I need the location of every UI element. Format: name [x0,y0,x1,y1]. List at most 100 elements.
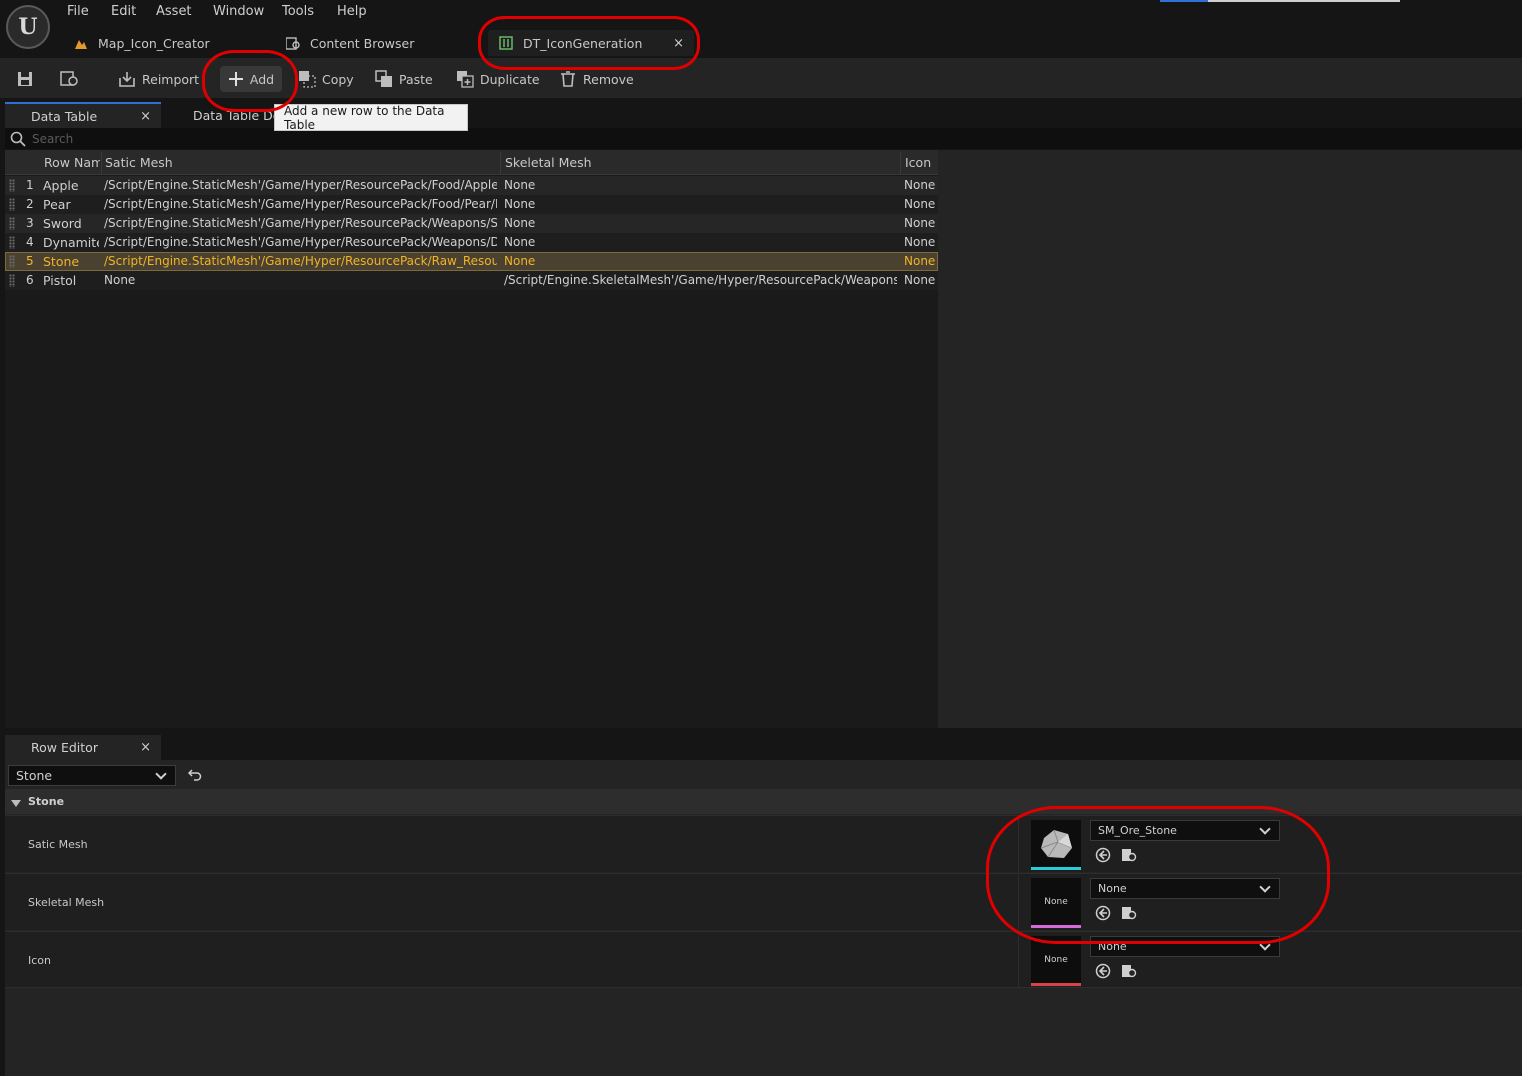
chevron-down-icon [1259,823,1271,835]
undo-icon[interactable] [187,768,202,785]
stone-mesh-icon [1040,829,1073,858]
menu-help[interactable]: Help [337,4,367,19]
icon-cell: None [904,254,936,268]
reimport-label: Reimport [142,71,200,87]
static-mesh-cell: /Script/Engine.StaticMesh'/Game/Hyper/Re… [104,178,497,192]
icon-thumbnail[interactable]: None [1031,936,1081,986]
reimport-button[interactable]: Reimport [118,66,199,92]
row-number: 2 [26,197,34,211]
collapse-triangle-icon[interactable] [11,797,21,811]
row-drag-handle[interactable] [9,217,15,230]
copy-button[interactable]: Copy [298,66,354,92]
row-selector-dropdown[interactable]: Stone [8,765,176,786]
property-row-static-mesh [5,815,1522,872]
column-header-icon[interactable]: Icon [905,155,931,170]
paste-icon [375,70,393,88]
copy-label: Copy [322,71,354,87]
column-header-skeletal-mesh[interactable]: Skeletal Mesh [505,155,592,170]
skeletal-mesh-cell: None [504,235,536,249]
row-name: Pear [43,197,71,212]
unreal-logo-icon[interactable]: U [6,5,50,49]
column-header-row-name[interactable]: Row Nam [44,155,100,170]
row-drag-handle[interactable] [9,236,15,249]
duplicate-label: Duplicate [480,71,540,87]
content-browser-icon [285,36,300,50]
static-mesh-cell: /Script/Engine.StaticMesh'/Game/Hyper/Re… [104,235,497,249]
column-divider[interactable] [900,152,901,174]
row-drag-handle[interactable] [9,274,15,287]
table-row[interactable]: 6 Pistol None /Script/Engine.SkeletalMes… [5,271,938,290]
menu-asset[interactable]: Asset [156,4,192,19]
table-row-selected[interactable]: 5 Stone /Script/Engine.StaticMesh'/Game/… [5,252,938,271]
static-mesh-asset-picker[interactable]: SM_Ore_Stone [1090,820,1280,841]
close-icon[interactable]: × [140,740,151,755]
tab-label: Data Table De [193,107,275,123]
paste-button[interactable]: Paste [375,66,433,92]
menu-window[interactable]: Window [213,4,264,19]
add-row-button[interactable]: Add [220,66,282,92]
browse-asset-icon[interactable] [1121,905,1137,921]
tab-row-editor[interactable]: Row Editor × [5,735,161,760]
property-row-skeletal-mesh [5,873,1522,930]
table-row[interactable]: 2 Pear /Script/Engine.StaticMesh'/Game/H… [5,195,938,214]
icon-cell: None [904,216,936,230]
use-selected-icon[interactable] [1095,963,1111,979]
remove-button[interactable]: Remove [559,66,634,92]
save-button[interactable] [16,66,40,92]
asset-picker-value: None [1098,940,1127,953]
tab-data-table[interactable]: Data Table × [5,102,161,128]
static-mesh-cell: /Script/Engine.StaticMesh'/Game/Hyper/Re… [104,197,497,211]
use-selected-icon[interactable] [1095,847,1111,863]
row-number: 3 [26,216,34,230]
tab-label: Content Browser [310,35,415,51]
browse-asset-icon[interactable] [1121,847,1137,863]
add-row-tooltip: Add a new row to the Data Table [274,104,468,132]
browse-button[interactable] [60,66,84,92]
close-icon[interactable]: × [140,109,151,124]
property-splitter[interactable] [1018,931,1019,988]
tab-data-table-details[interactable]: Data Table De [193,102,275,128]
skeletal-mesh-asset-picker[interactable]: None [1090,878,1280,899]
use-selected-icon[interactable] [1095,905,1111,921]
icon-asset-picker[interactable]: None [1090,936,1280,957]
property-splitter[interactable] [1018,873,1019,930]
row-number: 6 [26,273,34,287]
icon-cell: None [904,235,936,249]
icon-cell: None [904,178,936,192]
data-table-empty-area [938,150,1522,728]
chevron-down-icon [155,768,167,780]
static-mesh-cell: /Script/Engine.StaticMesh'/Game/Hyper/Re… [104,254,497,268]
row-name: Sword [43,216,82,231]
save-icon [16,70,34,88]
search-icon [10,131,26,150]
row-drag-handle[interactable] [9,179,15,192]
browse-asset-icon[interactable] [1121,963,1137,979]
menu-tools[interactable]: Tools [282,4,314,19]
icon-cell: None [904,197,936,211]
column-header-static-mesh[interactable]: Satic Mesh [105,155,173,170]
property-splitter[interactable] [1018,815,1019,872]
menu-file[interactable]: File [67,4,89,19]
static-mesh-thumbnail[interactable] [1031,820,1081,870]
tab-content-browser[interactable]: Content Browser [285,30,415,56]
table-row[interactable]: 1 Apple /Script/Engine.StaticMesh'/Game/… [5,176,938,195]
duplicate-button[interactable]: Duplicate [456,66,540,92]
reimport-icon [118,70,136,88]
row-name: Dynamite [43,235,99,250]
column-divider[interactable] [101,152,102,174]
table-row[interactable]: 4 Dynamite /Script/Engine.StaticMesh'/Ga… [5,233,938,252]
tab-map-icon-creator[interactable]: Map_Icon_Creator [74,30,210,56]
category-header[interactable] [5,789,1522,814]
tab-dt-icongeneration[interactable]: DT_IconGeneration × [488,30,694,56]
search-input[interactable] [32,130,632,147]
table-row[interactable]: 3 Sword /Script/Engine.StaticMesh'/Game/… [5,214,938,233]
row-drag-handle[interactable] [9,255,15,268]
close-icon[interactable]: × [673,36,684,51]
menu-edit[interactable]: Edit [111,4,136,19]
data-table-icon [499,36,513,50]
skeletal-mesh-cell: None [504,254,536,268]
row-drag-handle[interactable] [9,198,15,211]
column-divider[interactable] [500,152,501,174]
skeletal-mesh-thumbnail[interactable]: None [1031,878,1081,928]
window-accent-strip-light [1208,0,1400,2]
